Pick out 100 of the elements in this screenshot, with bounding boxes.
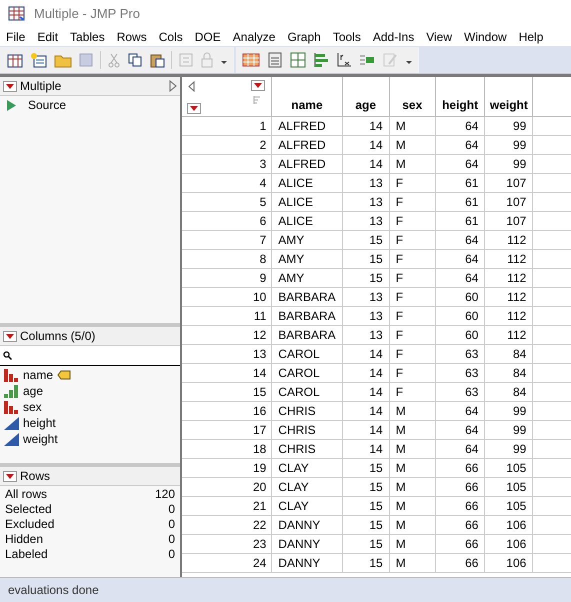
menu-item[interactable]: Edit [37, 28, 58, 46]
row-number[interactable]: 19 [182, 458, 272, 478]
table-cell: 14 [342, 344, 390, 364]
table-cell: ALICE [272, 212, 342, 230]
column-header[interactable]: sex [389, 77, 436, 116]
nominal-bars-icon [4, 368, 19, 382]
table-cell: M [389, 154, 436, 174]
row-number[interactable]: 4 [182, 174, 272, 192]
row-number[interactable]: 8 [182, 250, 272, 268]
row-number[interactable]: 6 [182, 212, 272, 230]
row-number[interactable]: 3 [182, 154, 272, 174]
table-cell: 105 [484, 478, 533, 496]
column-item[interactable]: sex [23, 398, 42, 416]
column-header[interactable]: height [435, 77, 485, 116]
table-cell: 15 [342, 250, 390, 268]
fit-y-by-x-icon[interactable] [336, 52, 352, 68]
table-cell: 64 [435, 230, 485, 250]
table-cell: DANNY [272, 516, 342, 534]
table-cell: 13 [342, 192, 390, 212]
table-cell: 64 [435, 440, 485, 458]
table-cell: 64 [435, 402, 485, 420]
menu-item[interactable]: Analyze [232, 28, 276, 46]
row-number[interactable]: 10 [182, 288, 272, 306]
row-number[interactable]: 17 [182, 420, 272, 440]
copy-icon[interactable] [127, 52, 143, 68]
table-cell: F [389, 250, 436, 268]
row-number[interactable]: 14 [182, 364, 272, 382]
row-number[interactable]: 11 [182, 306, 272, 326]
menu-item[interactable]: DOE [194, 28, 221, 46]
column-item[interactable]: weight [23, 430, 58, 448]
menu-item[interactable]: Graph [287, 28, 321, 46]
expand-arrow-icon[interactable] [169, 80, 177, 92]
row-number[interactable]: 20 [182, 478, 272, 496]
row-number[interactable]: 1 [182, 116, 272, 136]
column-search-field[interactable] [0, 346, 180, 366]
row-state-count: 0 [168, 530, 175, 548]
menu-caret-icon[interactable] [3, 80, 17, 92]
menu-item[interactable]: Rows [116, 28, 147, 46]
status-text: evaluations done [8, 582, 99, 599]
row-number[interactable]: 9 [182, 268, 272, 288]
menu-item[interactable]: Tools [332, 28, 361, 46]
menu-item[interactable]: Tables [70, 28, 105, 46]
column-item[interactable]: name [23, 366, 54, 384]
menu-item[interactable]: View [426, 28, 452, 46]
menu-item[interactable]: Cols [158, 28, 183, 46]
table-icon[interactable] [242, 52, 260, 68]
table-cell: 64 [435, 154, 485, 174]
new-document-icon[interactable] [30, 52, 48, 68]
menu-item[interactable]: File [6, 28, 26, 46]
table-cell: 112 [484, 306, 533, 326]
table-cell: 106 [484, 534, 533, 554]
script-item[interactable]: Source [28, 96, 66, 114]
table-cell: F [389, 174, 436, 192]
table-cell: 99 [484, 402, 533, 420]
left-arrow-icon[interactable] [188, 81, 195, 92]
menu-caret-icon[interactable] [3, 470, 17, 482]
menu-item[interactable]: Window [464, 28, 507, 46]
table-cell: CAROL [272, 382, 342, 402]
column-header[interactable]: age [342, 77, 390, 116]
row-number[interactable]: 23 [182, 534, 272, 554]
column-header[interactable]: weight [484, 77, 533, 116]
column-header[interactable]: name [272, 77, 342, 116]
menu-caret-icon[interactable] [3, 330, 17, 342]
new-table-icon[interactable] [6, 52, 24, 68]
row-number[interactable]: 24 [182, 554, 272, 572]
table-cell: M [389, 116, 436, 136]
table-cell: 99 [484, 420, 533, 440]
menu-caret-icon[interactable] [187, 103, 201, 114]
row-number[interactable]: 18 [182, 440, 272, 458]
row-number[interactable]: 16 [182, 402, 272, 420]
search-icon [3, 351, 12, 360]
table-cell: F [389, 364, 436, 382]
row-number[interactable]: 12 [182, 326, 272, 344]
row-number[interactable]: 22 [182, 516, 272, 534]
table-cell: ALFRED [272, 154, 342, 174]
ordinal-bars-icon [4, 384, 19, 398]
row-number[interactable]: 13 [182, 344, 272, 364]
table-cell: BARBARA [272, 288, 342, 306]
column-item[interactable]: height [23, 414, 56, 432]
table-cell: DANNY [272, 534, 342, 554]
table-cell: 15 [342, 516, 390, 534]
menu-item[interactable]: Add-Ins [372, 28, 414, 46]
row-number[interactable]: 15 [182, 382, 272, 402]
table-cell: 14 [342, 116, 390, 136]
play-icon[interactable] [7, 100, 16, 110]
clipboard-icon[interactable] [149, 52, 165, 68]
table-cell: M [389, 402, 436, 420]
table-cell: 107 [484, 174, 533, 192]
row-number[interactable]: 21 [182, 496, 272, 516]
grid-icon[interactable] [290, 52, 306, 68]
table-cell: F [389, 268, 436, 288]
row-number[interactable]: 7 [182, 230, 272, 250]
menu-caret-icon[interactable] [251, 80, 266, 91]
column-item[interactable]: age [23, 382, 44, 400]
row-number[interactable]: 5 [182, 192, 272, 212]
table-cell: 13 [342, 288, 390, 306]
bar-chart-icon[interactable] [313, 52, 329, 68]
row-number[interactable]: 2 [182, 136, 272, 154]
table-cell: F [389, 192, 436, 212]
menu-item[interactable]: Help [518, 28, 544, 46]
